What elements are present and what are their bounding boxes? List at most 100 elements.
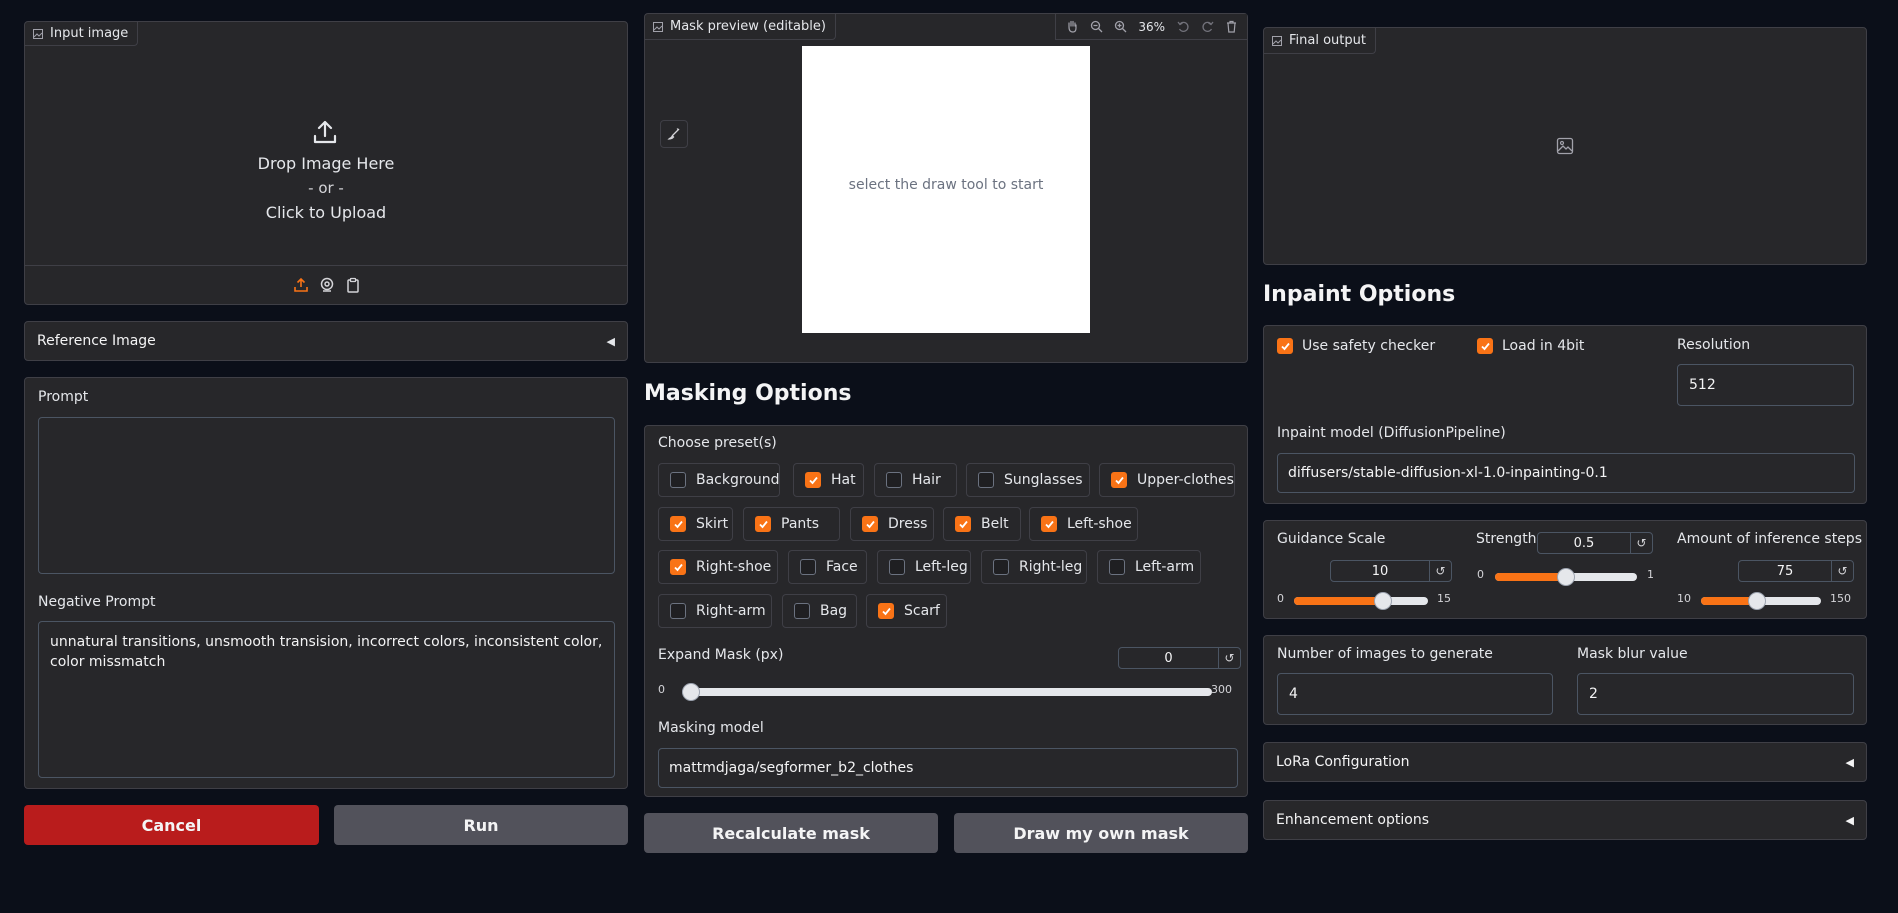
- checkbox-unchecked-icon[interactable]: [670, 472, 686, 488]
- preset-label: Dress: [888, 516, 928, 532]
- recalculate-mask-button[interactable]: Recalculate mask: [644, 813, 938, 853]
- reset-icon[interactable]: ↺: [1429, 561, 1451, 581]
- mask-blur-input[interactable]: 2: [1577, 673, 1854, 715]
- inference-steps-number-input[interactable]: 75 ↺: [1738, 560, 1854, 582]
- preset-label: Background: [696, 472, 780, 488]
- reset-icon[interactable]: ↺: [1831, 561, 1853, 581]
- preset-checkbox-belt[interactable]: Belt: [943, 507, 1021, 541]
- pan-hand-icon[interactable]: [1062, 17, 1082, 37]
- mask-preview-label-tag: Mask preview (editable): [645, 14, 836, 40]
- preset-checkbox-bag[interactable]: Bag: [782, 594, 857, 628]
- num-images-label: Number of images to generate: [1277, 646, 1493, 662]
- checkbox-checked-icon[interactable]: [805, 472, 821, 488]
- upload-source-icon[interactable]: [293, 277, 309, 293]
- zoom-out-icon[interactable]: [1086, 17, 1106, 37]
- masking-model-input[interactable]: mattmdjaga/segformer_b2_clothes: [658, 748, 1238, 788]
- upload-dropzone[interactable]: Drop Image Here - or - Click to Upload: [25, 46, 627, 286]
- slider-thumb[interactable]: [1557, 568, 1575, 586]
- preset-checkbox-background[interactable]: Background: [658, 463, 780, 497]
- lora-configuration-accordion[interactable]: LoRa Configuration ◀: [1263, 742, 1867, 782]
- checkbox-checked-icon[interactable]: [1111, 472, 1127, 488]
- inpaint-options-title: Inpaint Options: [1263, 282, 1456, 307]
- final-output-label: Final output: [1289, 33, 1366, 48]
- slider-thumb[interactable]: [1374, 592, 1393, 610]
- checkbox-unchecked-icon[interactable]: [978, 472, 994, 488]
- undo-icon[interactable]: [1173, 17, 1193, 37]
- load-4bit-checkbox[interactable]: Load in 4bit: [1477, 338, 1584, 354]
- inference-steps-max: 150: [1830, 592, 1851, 605]
- checkbox-checked-icon[interactable]: [862, 516, 878, 532]
- checkbox-checked-icon[interactable]: [955, 516, 971, 532]
- preset-checkbox-hair[interactable]: Hair: [874, 463, 957, 497]
- checkbox-checked-icon[interactable]: [1041, 516, 1057, 532]
- preset-checkbox-right-leg[interactable]: Right-leg: [981, 550, 1087, 584]
- preset-checkbox-left-shoe[interactable]: Left-shoe: [1029, 507, 1138, 541]
- expand-mask-value: 0: [1164, 650, 1173, 666]
- checkbox-unchecked-icon[interactable]: [889, 559, 905, 575]
- prompt-input[interactable]: [38, 417, 615, 574]
- resolution-input[interactable]: 512: [1677, 364, 1854, 406]
- preset-checkbox-hat[interactable]: Hat: [793, 463, 864, 497]
- guidance-scale-number-input[interactable]: 10 ↺: [1330, 560, 1452, 582]
- inpaint-model-input[interactable]: diffusers/stable-diffusion-xl-1.0-inpain…: [1277, 453, 1855, 493]
- checkbox-unchecked-icon[interactable]: [1109, 559, 1125, 575]
- run-button[interactable]: Run: [334, 805, 628, 845]
- preset-checkbox-upper-clothes[interactable]: Upper-clothes: [1099, 463, 1235, 497]
- checkbox-unchecked-icon[interactable]: [794, 603, 810, 619]
- inference-steps-value: 75: [1776, 563, 1794, 579]
- expand-mask-slider[interactable]: [682, 683, 1212, 701]
- checkbox-checked-icon[interactable]: [1277, 338, 1293, 354]
- preset-checkbox-pants[interactable]: Pants: [743, 507, 840, 541]
- strength-number-input[interactable]: 0.5 ↺: [1537, 532, 1653, 554]
- preset-checkbox-right-shoe[interactable]: Right-shoe: [658, 550, 778, 584]
- draw-tool-button[interactable]: [660, 120, 688, 148]
- cancel-button[interactable]: Cancel: [24, 805, 319, 845]
- strength-slider[interactable]: [1495, 568, 1637, 586]
- slider-thumb[interactable]: [682, 683, 700, 701]
- preset-checkbox-dress[interactable]: Dress: [850, 507, 934, 541]
- inference-steps-slider[interactable]: [1701, 592, 1821, 610]
- input-image-panel[interactable]: Input image Drop Image Here - or - Click…: [24, 21, 628, 305]
- checkbox-unchecked-icon[interactable]: [670, 603, 686, 619]
- trash-icon[interactable]: [1221, 17, 1241, 37]
- num-images-input[interactable]: 4: [1277, 673, 1553, 715]
- mask-canvas[interactable]: select the draw tool to start: [802, 46, 1090, 333]
- preset-label: Upper-clothes: [1137, 472, 1234, 488]
- checkbox-unchecked-icon[interactable]: [886, 472, 902, 488]
- enhancement-options-label: Enhancement options: [1276, 812, 1429, 828]
- draw-own-mask-button[interactable]: Draw my own mask: [954, 813, 1248, 853]
- checkbox-unchecked-icon[interactable]: [800, 559, 816, 575]
- guidance-scale-slider[interactable]: [1294, 592, 1428, 610]
- enhancement-options-accordion[interactable]: Enhancement options ◀: [1263, 800, 1867, 840]
- preset-checkbox-face[interactable]: Face: [788, 550, 867, 584]
- webcam-icon[interactable]: [319, 277, 335, 293]
- canvas-toolbar: 36%: [1055, 14, 1247, 40]
- preset-checkbox-scarf[interactable]: Scarf: [866, 594, 947, 628]
- checkbox-checked-icon[interactable]: [670, 516, 686, 532]
- prompt-label: Prompt: [38, 389, 89, 405]
- zoom-in-icon[interactable]: [1110, 17, 1130, 37]
- mask-preview-panel: Mask preview (editable) 36% select the d…: [644, 13, 1248, 363]
- checkbox-checked-icon[interactable]: [878, 603, 894, 619]
- preset-label: Sunglasses: [1004, 472, 1083, 488]
- zoom-level: 36%: [1138, 19, 1165, 34]
- redo-icon[interactable]: [1197, 17, 1217, 37]
- preset-checkbox-sunglasses[interactable]: Sunglasses: [966, 463, 1090, 497]
- checkbox-checked-icon[interactable]: [755, 516, 771, 532]
- reset-icon[interactable]: ↺: [1630, 533, 1652, 553]
- canvas-hint: select the draw tool to start: [848, 176, 1044, 193]
- checkbox-checked-icon[interactable]: [1477, 338, 1493, 354]
- slider-thumb[interactable]: [1747, 592, 1766, 610]
- checkbox-checked-icon[interactable]: [670, 559, 686, 575]
- reference-image-accordion[interactable]: Reference Image ◀: [24, 321, 628, 361]
- negative-prompt-input[interactable]: unnatural transitions, unsmooth transisi…: [38, 621, 615, 778]
- clipboard-icon[interactable]: [345, 277, 361, 293]
- preset-checkbox-left-leg[interactable]: Left-leg: [877, 550, 971, 584]
- preset-checkbox-left-arm[interactable]: Left-arm: [1097, 550, 1201, 584]
- preset-checkbox-skirt[interactable]: Skirt: [658, 507, 733, 541]
- expand-mask-number-input[interactable]: 0 ↺: [1118, 647, 1241, 669]
- reset-icon[interactable]: ↺: [1218, 648, 1240, 668]
- preset-checkbox-right-arm[interactable]: Right-arm: [658, 594, 772, 628]
- safety-checker-checkbox[interactable]: Use safety checker: [1277, 338, 1435, 354]
- checkbox-unchecked-icon[interactable]: [993, 559, 1009, 575]
